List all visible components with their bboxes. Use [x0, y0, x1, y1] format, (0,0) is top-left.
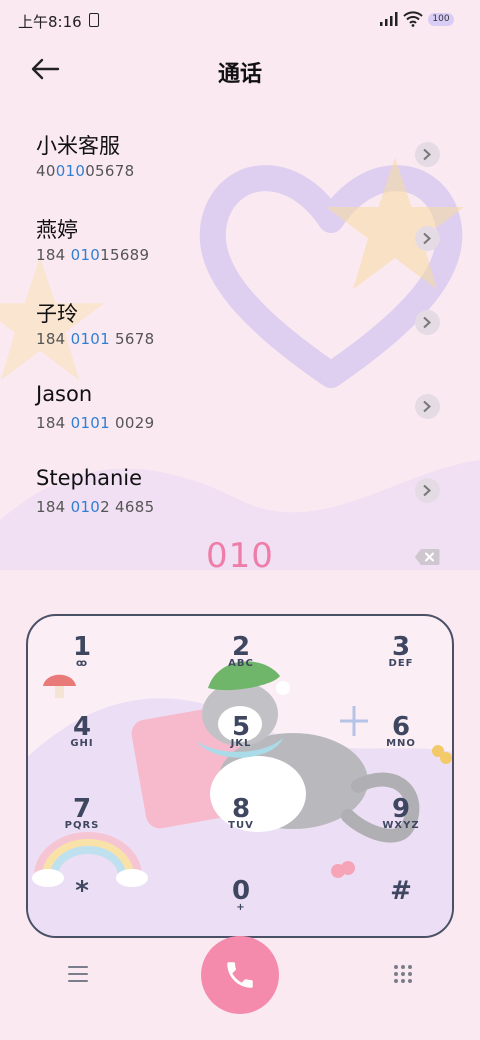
- contact-number: 4001005678: [36, 162, 134, 180]
- contact-number: 184 0101 5678: [36, 330, 154, 348]
- contact-row[interactable]: Jason 184 0101 0029: [0, 370, 480, 454]
- key-letters: +: [236, 902, 246, 913]
- key-0[interactable]: 0 +: [181, 876, 301, 936]
- key-letters: ABC: [228, 658, 254, 669]
- contact-row[interactable]: 小米客服 4001005678: [0, 118, 480, 202]
- number-prefix: 184: [36, 498, 71, 516]
- phone-icon: [227, 962, 253, 988]
- key-2[interactable]: 2 ABC: [181, 632, 301, 702]
- key-letters: GHI: [70, 738, 94, 749]
- number-match: 0101: [70, 414, 110, 432]
- key-1[interactable]: 1 ꝏ: [28, 632, 142, 702]
- key-4[interactable]: 4 GHI: [28, 712, 142, 782]
- call-button[interactable]: [201, 936, 279, 1014]
- key-letters: MNO: [386, 738, 416, 749]
- key-letters: DEF: [388, 658, 414, 669]
- key-star[interactable]: *: [28, 876, 142, 936]
- number-prefix: 184: [36, 246, 71, 264]
- key-9[interactable]: 9 WXYZ: [341, 794, 452, 864]
- contact-number: 184 01015689: [36, 246, 149, 264]
- number-match: 0101: [70, 330, 110, 348]
- number-match: 010: [70, 498, 101, 516]
- backspace-icon[interactable]: [414, 548, 440, 566]
- number-prefix: 184: [36, 330, 71, 348]
- dial-keypad: 1 ꝏ 2 ABC 3 DEF 4 GHI 5 JKL 6 MNO 7 PQRS…: [26, 614, 454, 938]
- number-prefix: 184: [36, 414, 71, 432]
- key-8[interactable]: 8 TUV: [181, 794, 301, 864]
- key-6[interactable]: 6 MNO: [341, 712, 452, 782]
- battery-indicator: 100: [428, 13, 454, 26]
- contact-name: Jason: [36, 382, 93, 406]
- contact-name: 燕婷: [36, 218, 78, 242]
- page-title: 通话: [217, 62, 262, 87]
- number-match: 010: [55, 162, 86, 180]
- chevron-right-icon[interactable]: [415, 478, 440, 503]
- contact-name: Stephanie: [36, 466, 143, 490]
- chevron-right-icon[interactable]: [415, 394, 440, 419]
- wifi-icon: [403, 11, 423, 27]
- key-7[interactable]: 7 PQRS: [28, 794, 142, 864]
- contact-number: 184 0102 4685: [36, 498, 154, 516]
- menu-icon[interactable]: [68, 966, 88, 982]
- chevron-right-icon[interactable]: [415, 226, 440, 251]
- status-time: 上午8:16: [18, 13, 82, 31]
- sim-icon: [89, 13, 99, 27]
- chevron-right-icon[interactable]: [415, 310, 440, 335]
- contact-row[interactable]: Stephanie 184 0102 4685: [0, 454, 480, 538]
- number-prefix: 40: [36, 162, 56, 180]
- contact-row[interactable]: 燕婷 184 01015689: [0, 202, 480, 286]
- dialed-number: 010: [206, 536, 274, 576]
- number-suffix: 15689: [100, 246, 150, 264]
- status-bar: 上午8:16 100: [0, 0, 480, 40]
- key-3[interactable]: 3 DEF: [341, 632, 452, 702]
- number-suffix: 2 4685: [100, 498, 155, 516]
- key-digit: *: [75, 876, 89, 906]
- key-letters: JKL: [230, 738, 252, 749]
- number-suffix: 0029: [109, 414, 155, 432]
- contact-name: 子玲: [36, 302, 78, 326]
- voicemail-icon: ꝏ: [75, 658, 89, 669]
- contact-number: 184 0101 0029: [36, 414, 154, 432]
- number-suffix: 05678: [85, 162, 135, 180]
- key-5[interactable]: 5 JKL: [181, 712, 301, 782]
- key-letters: TUV: [228, 820, 254, 831]
- key-hash[interactable]: #: [341, 876, 452, 936]
- number-match: 010: [70, 246, 101, 264]
- number-suffix: 5678: [109, 330, 155, 348]
- key-letters: WXYZ: [382, 820, 420, 831]
- signal-icon: [380, 12, 398, 26]
- key-letters: PQRS: [64, 820, 100, 831]
- contact-name: 小米客服: [36, 134, 120, 158]
- contact-row[interactable]: 子玲 184 0101 5678: [0, 286, 480, 370]
- chevron-right-icon[interactable]: [415, 142, 440, 167]
- dialpad-icon[interactable]: [393, 964, 413, 984]
- key-digit: #: [390, 876, 412, 906]
